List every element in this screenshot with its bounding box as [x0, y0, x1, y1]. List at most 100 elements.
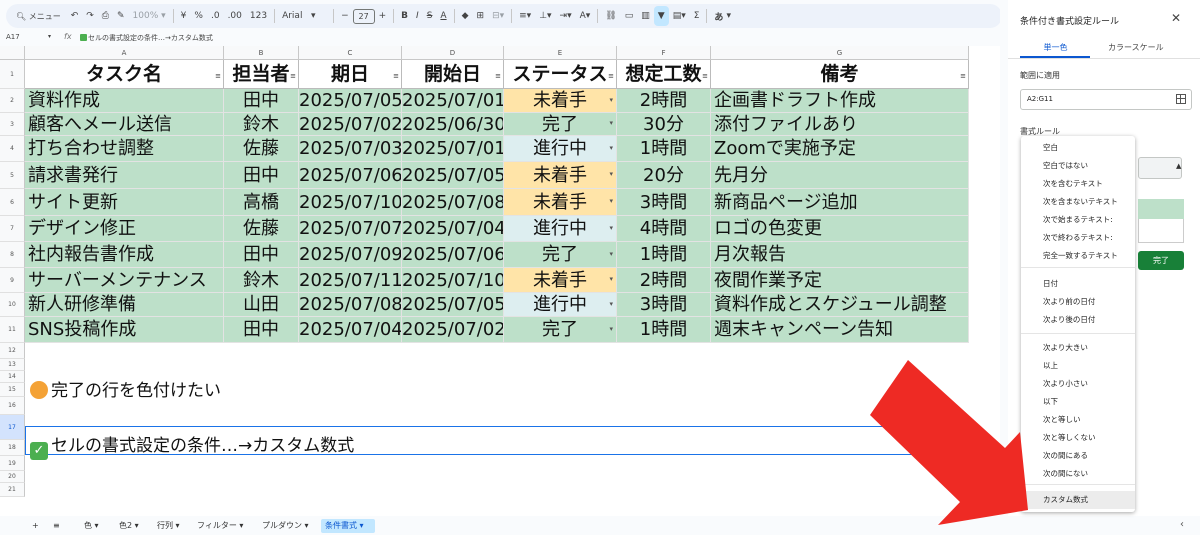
table-cell[interactable]: 2025/07/01: [402, 89, 504, 113]
header-cell[interactable]: タスク名 ≡: [25, 60, 224, 89]
table-cell[interactable]: 高橋: [224, 189, 299, 216]
row-header-5[interactable]: 5: [0, 162, 25, 189]
table-cell[interactable]: 2025/07/08: [299, 293, 402, 317]
header-cell[interactable]: 備考 ≡: [711, 60, 969, 89]
dropdown-chevron-icon[interactable]: ▾: [609, 189, 613, 215]
row-header-3[interactable]: 3: [0, 113, 25, 136]
table-cell[interactable]: 1時間: [617, 242, 711, 268]
note-row-14[interactable]: 完了の行を色付けたい: [30, 376, 221, 401]
dropdown-item[interactable]: 日付: [1021, 275, 1135, 293]
filter-icon[interactable]: ▼: [653, 6, 669, 26]
column-header-g[interactable]: G: [711, 46, 969, 60]
menu-search-button[interactable]: 🔍︎ メニュー: [6, 6, 67, 26]
row-header-18[interactable]: 18: [0, 440, 25, 456]
select-range-icon[interactable]: [1176, 94, 1186, 104]
table-cell[interactable]: 2025/07/05: [402, 293, 504, 317]
table-cell[interactable]: 顧客へメール送信: [25, 113, 224, 136]
table-cell[interactable]: 2時間: [617, 89, 711, 113]
table-cell[interactable]: サーバーメンテナンス: [25, 268, 224, 293]
table-cell[interactable]: 2025/07/11: [299, 268, 402, 293]
strikethrough-button[interactable]: S: [423, 6, 437, 26]
paint-format-icon[interactable]: ✎: [113, 6, 129, 26]
column-header-f[interactable]: F: [617, 46, 711, 60]
row-header-12[interactable]: 12: [0, 343, 25, 359]
filter-views-icon[interactable]: ▤▾: [669, 6, 690, 26]
table-cell[interactable]: 1時間: [617, 136, 711, 162]
status-dropdown-cell[interactable]: 未着手 ▾: [504, 268, 617, 293]
table-cell[interactable]: 2025/07/06: [402, 242, 504, 268]
status-dropdown-cell[interactable]: 未着手 ▾: [504, 189, 617, 216]
row-header-7[interactable]: 7: [0, 216, 25, 242]
status-dropdown-cell[interactable]: 進行中 ▾: [504, 293, 617, 317]
number-format-button[interactable]: 123: [246, 6, 271, 26]
dropdown-item[interactable]: 次より大きい: [1021, 339, 1135, 357]
column-header-e[interactable]: E: [504, 46, 617, 60]
font-size-decrease-button[interactable]: −: [337, 6, 353, 26]
table-cell[interactable]: 先月分: [711, 162, 969, 189]
row-header-17[interactable]: 17: [0, 415, 25, 440]
table-cell[interactable]: 3時間: [617, 189, 711, 216]
filter-toggle-icon[interactable]: ≡: [495, 62, 501, 88]
table-cell[interactable]: ロゴの色変更: [711, 216, 969, 242]
table-cell[interactable]: 打ち合わせ調整: [25, 136, 224, 162]
text-color-button[interactable]: A: [436, 6, 450, 26]
filter-toggle-icon[interactable]: ≡: [960, 62, 966, 88]
formula-input[interactable]: セルの書式設定の条件…→カスタム数式: [80, 33, 213, 43]
table-cell[interactable]: 請求書発行: [25, 162, 224, 189]
bold-button[interactable]: B: [397, 6, 412, 26]
print-icon[interactable]: ⎙: [98, 6, 113, 26]
filter-toggle-icon[interactable]: ≡: [702, 62, 708, 88]
dropdown-item[interactable]: 次より後の日付: [1021, 311, 1135, 329]
status-dropdown-cell[interactable]: 完了 ▾: [504, 317, 617, 343]
row-header-2[interactable]: 2: [0, 89, 25, 113]
row-header-16[interactable]: 16: [0, 397, 25, 415]
select-all-corner[interactable]: [0, 46, 25, 60]
header-cell[interactable]: ステータス ≡: [504, 60, 617, 89]
table-cell[interactable]: 田中: [224, 162, 299, 189]
table-cell[interactable]: 2025/07/10: [402, 268, 504, 293]
text-wrap-icon[interactable]: ⇥▾: [556, 6, 576, 26]
table-cell[interactable]: 2025/07/02: [402, 317, 504, 343]
table-cell[interactable]: 企画書ドラフト作成: [711, 89, 969, 113]
tab-single-color[interactable]: 単一色: [1028, 42, 1083, 53]
dropdown-item[interactable]: 完全一致するテキスト: [1021, 247, 1135, 265]
column-header-d[interactable]: D: [402, 46, 504, 60]
range-input[interactable]: A2:G11: [1020, 89, 1192, 110]
dropdown-chevron-icon[interactable]: ▾: [609, 216, 613, 241]
dropdown-chevron-icon[interactable]: ▾: [609, 268, 613, 292]
dropdown-item[interactable]: 空白ではない: [1021, 157, 1135, 175]
column-header-a[interactable]: A: [25, 46, 224, 60]
table-cell[interactable]: 2025/07/10: [299, 189, 402, 216]
row-header-19[interactable]: 19: [0, 456, 25, 471]
table-cell[interactable]: 月次報告: [711, 242, 969, 268]
currency-button[interactable]: ¥: [177, 6, 191, 26]
table-cell[interactable]: 2025/07/01: [402, 136, 504, 162]
column-header-b[interactable]: B: [224, 46, 299, 60]
format-style-options[interactable]: [1138, 219, 1184, 243]
link-icon[interactable]: ⛓: [601, 6, 620, 26]
table-cell[interactable]: 1時間: [617, 317, 711, 343]
table-cell[interactable]: 2025/07/02: [299, 113, 402, 136]
table-cell[interactable]: 3時間: [617, 293, 711, 317]
table-cell[interactable]: 2025/07/09: [299, 242, 402, 268]
comment-icon[interactable]: ▭: [621, 6, 638, 26]
dropdown-chevron-icon[interactable]: ▾: [609, 162, 613, 188]
table-cell[interactable]: 2025/07/04: [299, 317, 402, 343]
header-cell[interactable]: 開始日 ≡: [402, 60, 504, 89]
dropdown-item[interactable]: 次を含まないテキスト: [1021, 193, 1135, 211]
percent-button[interactable]: %: [190, 6, 207, 26]
all-sheets-button[interactable]: ≡: [49, 519, 64, 533]
note-row-17[interactable]: ✓ セルの書式設定の条件…→カスタム数式: [30, 431, 354, 460]
row-header-1[interactable]: 1: [0, 60, 25, 89]
done-button[interactable]: 完了: [1138, 251, 1184, 270]
dropdown-item[interactable]: 空白: [1021, 139, 1135, 157]
table-cell[interactable]: 鈴木: [224, 268, 299, 293]
dropdown-chevron-icon[interactable]: ▾: [609, 89, 613, 112]
filter-toggle-icon[interactable]: ≡: [215, 62, 221, 88]
row-header-4[interactable]: 4: [0, 136, 25, 162]
tab-color-scale[interactable]: カラースケール: [1108, 42, 1164, 53]
font-size-increase-button[interactable]: +: [375, 6, 391, 26]
table-cell[interactable]: 田中: [224, 242, 299, 268]
table-cell[interactable]: 2025/07/05: [299, 89, 402, 113]
name-box-caret-icon[interactable]: ▾: [48, 33, 51, 40]
